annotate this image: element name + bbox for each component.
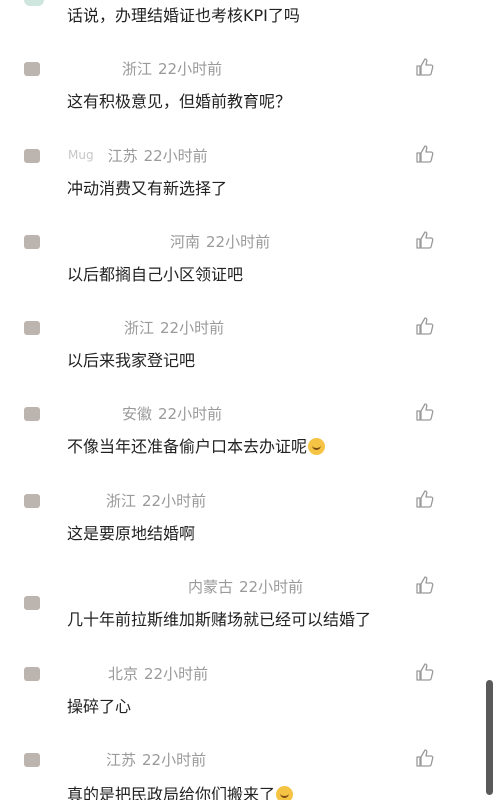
username[interactable]: Mug: [68, 148, 94, 162]
comment-text: 以后都搁自己小区领证吧: [67, 265, 244, 284]
avatar[interactable]: [22, 56, 48, 82]
location-label: 北京: [108, 664, 139, 683]
timestamp: 22小时前: [158, 59, 223, 78]
timestamp: 22小时前: [144, 664, 209, 683]
comment-meta: 浙江 22小时前: [122, 56, 222, 80]
thumbs-up-icon[interactable]: [415, 144, 435, 164]
thumbs-up-icon[interactable]: [415, 575, 435, 595]
loudly-crying-face-icon: [308, 438, 326, 455]
comment-meta: 内蒙古 22小时前: [188, 574, 303, 598]
comment-meta: 浙江 22小时前: [124, 315, 224, 339]
location-label: 内蒙古: [188, 577, 234, 596]
comment-text: 话说，办理结婚证也考核KPI了吗: [67, 6, 300, 25]
comment-meta: Mug 江苏 22小时前: [68, 143, 208, 167]
thumbs-up-icon[interactable]: [415, 316, 435, 336]
comment-meta: 北京 22小时前: [108, 661, 208, 685]
comment-text: 以后来我家登记吧: [67, 351, 196, 370]
location-label: 浙江: [124, 318, 155, 337]
comment-text: 真的是把民政局给你们搬来了: [67, 781, 294, 800]
thumbs-up-icon[interactable]: [415, 57, 435, 77]
location-label: 江苏: [107, 146, 138, 165]
comment-text-body: 不像当年还准备偷户口本去办证呢: [67, 437, 308, 456]
comment-text-body: 真的是把民政局给你们搬来了: [67, 785, 276, 800]
location-label: 浙江: [122, 59, 153, 78]
thumbs-up-icon[interactable]: [415, 230, 435, 250]
comment-list: 话说，办理结婚证也考核KPI了吗 浙江 22小时前 这有积极意见，但婚前教育呢？…: [0, 0, 499, 800]
thumbs-up-icon[interactable]: [415, 489, 435, 509]
location-label: 浙江: [106, 491, 137, 510]
comment-text: 这是要原地结婚啊: [67, 524, 196, 543]
thumbs-up-icon[interactable]: [415, 402, 435, 422]
comment-text: 操碎了心: [67, 697, 132, 716]
avatar[interactable]: [22, 229, 48, 255]
thinking-face-icon: [276, 786, 294, 800]
comment-text: 不像当年还准备偷户口本去办证呢: [67, 433, 326, 457]
avatar[interactable]: [22, 747, 48, 773]
comment-meta: 江苏 22小时前: [106, 747, 206, 771]
timestamp: 22小时前: [160, 318, 225, 337]
timestamp: 22小时前: [239, 577, 304, 596]
timestamp: 22小时前: [142, 750, 207, 769]
comment-text: 冲动消费又有新选择了: [67, 179, 228, 198]
avatar[interactable]: [22, 143, 48, 169]
location-label: 江苏: [106, 750, 137, 769]
timestamp: 22小时前: [206, 232, 271, 251]
comment-text: 几十年前拉斯维加斯赌场就已经可以结婚了: [67, 610, 372, 629]
timestamp: 22小时前: [142, 491, 207, 510]
scrollbar[interactable]: [486, 680, 493, 795]
timestamp: 22小时前: [158, 404, 223, 423]
avatar[interactable]: [24, 0, 44, 6]
avatar[interactable]: [22, 590, 48, 616]
thumbs-up-icon[interactable]: [415, 748, 435, 768]
thumbs-up-icon[interactable]: [415, 662, 435, 682]
avatar[interactable]: [22, 315, 48, 341]
location-label: 安徽: [122, 404, 153, 423]
avatar[interactable]: [22, 661, 48, 687]
comment-meta: 浙江 22小时前: [106, 488, 206, 512]
comment-text: 这有积极意见，但婚前教育呢？: [67, 92, 292, 111]
comment-meta: 河南 22小时前: [170, 229, 270, 253]
location-label: 河南: [170, 232, 201, 251]
timestamp: 22小时前: [143, 146, 208, 165]
avatar[interactable]: [22, 401, 48, 427]
avatar[interactable]: [22, 488, 48, 514]
comment-meta: 安徽 22小时前: [122, 401, 222, 425]
